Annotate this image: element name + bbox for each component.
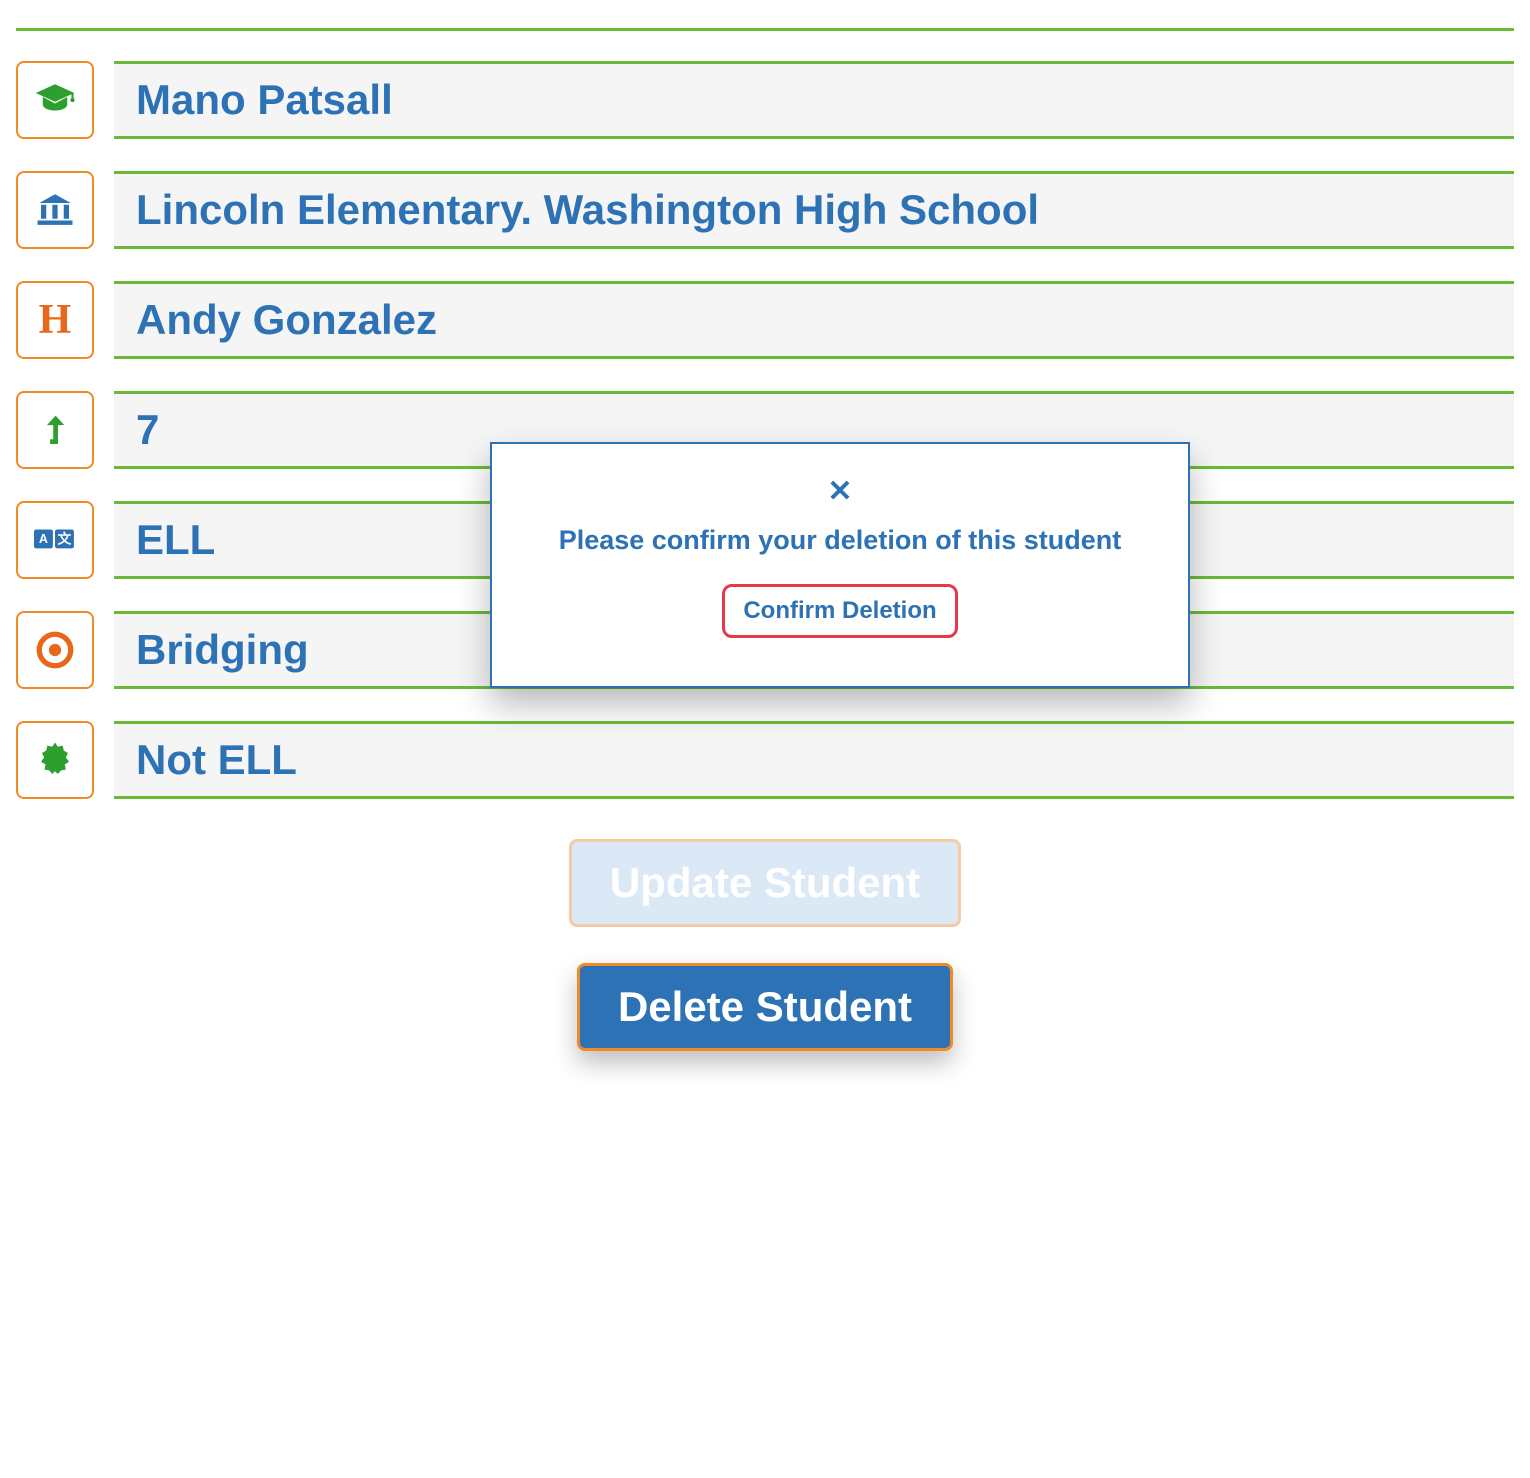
student-name-field[interactable]: Mano Patsall bbox=[114, 61, 1514, 139]
delete-label: Delete Student bbox=[618, 983, 912, 1030]
svg-text:A: A bbox=[39, 532, 48, 546]
target-icon bbox=[16, 611, 94, 689]
top-divider bbox=[16, 28, 1514, 31]
student-name-value: Mano Patsall bbox=[136, 76, 393, 124]
delete-student-button[interactable]: Delete Student bbox=[577, 963, 953, 1051]
grade-value: 7 bbox=[136, 406, 159, 454]
update-label: Update Student bbox=[610, 859, 920, 906]
school-value: Lincoln Elementary. Washington High Scho… bbox=[136, 186, 1039, 234]
status-value: Not ELL bbox=[136, 736, 297, 784]
svg-text:文: 文 bbox=[58, 531, 72, 547]
row-school: Lincoln Elementary. Washington High Scho… bbox=[16, 171, 1514, 249]
teacher-value: Andy Gonzalez bbox=[136, 296, 437, 344]
level-value: Bridging bbox=[136, 626, 309, 674]
row-status: Not ELL bbox=[16, 721, 1514, 799]
row-teacher: H Andy Gonzalez bbox=[16, 281, 1514, 359]
letter-h-icon: H bbox=[16, 281, 94, 359]
badge-icon bbox=[16, 721, 94, 799]
level-up-icon bbox=[16, 391, 94, 469]
update-student-button[interactable]: Update Student bbox=[569, 839, 961, 927]
teacher-field[interactable]: Andy Gonzalez bbox=[114, 281, 1514, 359]
dialog-message: Please confirm your deletion of this stu… bbox=[526, 525, 1154, 556]
program-value: ELL bbox=[136, 516, 215, 564]
status-field[interactable]: Not ELL bbox=[114, 721, 1514, 799]
confirm-label: Confirm Deletion bbox=[743, 597, 936, 624]
confirm-deletion-button[interactable]: Confirm Deletion bbox=[722, 584, 957, 638]
action-buttons: Update Student Delete Student bbox=[16, 839, 1514, 1051]
language-icon: A 文 bbox=[16, 501, 94, 579]
close-icon[interactable]: ✕ bbox=[827, 474, 852, 509]
graduation-cap-icon bbox=[16, 61, 94, 139]
row-student-name: Mano Patsall bbox=[16, 61, 1514, 139]
institution-icon bbox=[16, 171, 94, 249]
school-field[interactable]: Lincoln Elementary. Washington High Scho… bbox=[114, 171, 1514, 249]
confirm-delete-dialog: ✕ Please confirm your deletion of this s… bbox=[490, 442, 1190, 688]
